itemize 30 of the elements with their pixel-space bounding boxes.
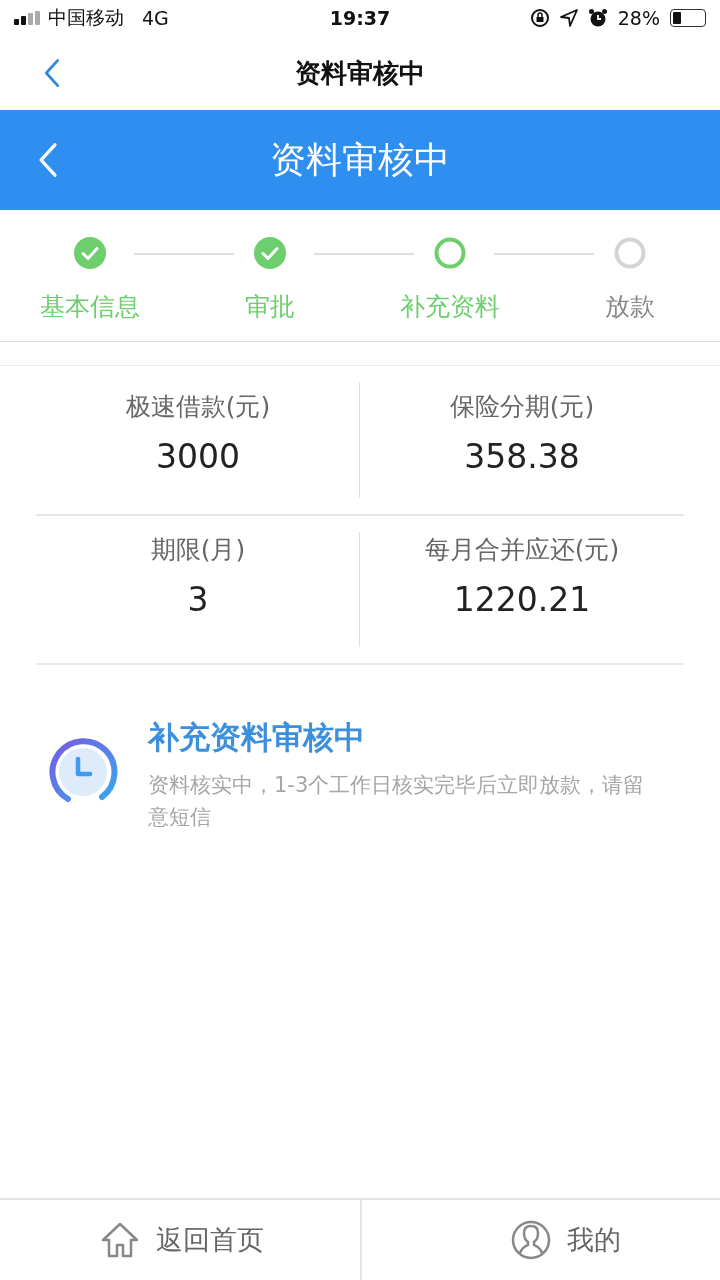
battery-percent: 28% [617,7,660,29]
tab-button[interactable]: 我的 [511,1220,621,1260]
profile-icon [511,1220,551,1260]
tab-button[interactable]: 返回首页 [100,1221,264,1259]
summary-label: 每月合并应还(元) [424,534,620,566]
summary-label: 期限(月) [150,534,246,566]
notice-message: 资料核实中，1-3个工作日核实完毕后立即放款，请留意短信 [148,772,646,831]
header-title: 资料审核中 [270,137,450,182]
summary-value: 358.38 [464,437,580,476]
location-icon [559,9,578,27]
summary-value: 3000 [156,437,240,476]
signal-icon [14,11,40,25]
summary-value: 3 [187,580,209,619]
back-icon[interactable] [44,58,60,88]
summary-label: 极速借款(元) [125,391,271,423]
rotation-lock-icon [529,8,550,28]
step-label: 审批 [245,291,295,323]
carrier-name: 中国移动 [48,5,124,30]
notice-title: 补充资料审核中 [148,718,366,757]
home-icon [100,1221,140,1259]
network-type: 4G [142,7,169,29]
step-label: 放款 [605,291,655,323]
summary-value: 1220.21 [453,580,591,619]
step-label: 基本信息 [40,291,140,323]
clock-time: 19:37 [329,7,391,29]
battery-icon [670,9,706,27]
step-label: 补充资料 [400,291,500,323]
page-title: 资料审核中 [295,56,425,90]
alarm-icon [587,8,608,28]
summary-label: 保险分期(元) [449,391,595,423]
